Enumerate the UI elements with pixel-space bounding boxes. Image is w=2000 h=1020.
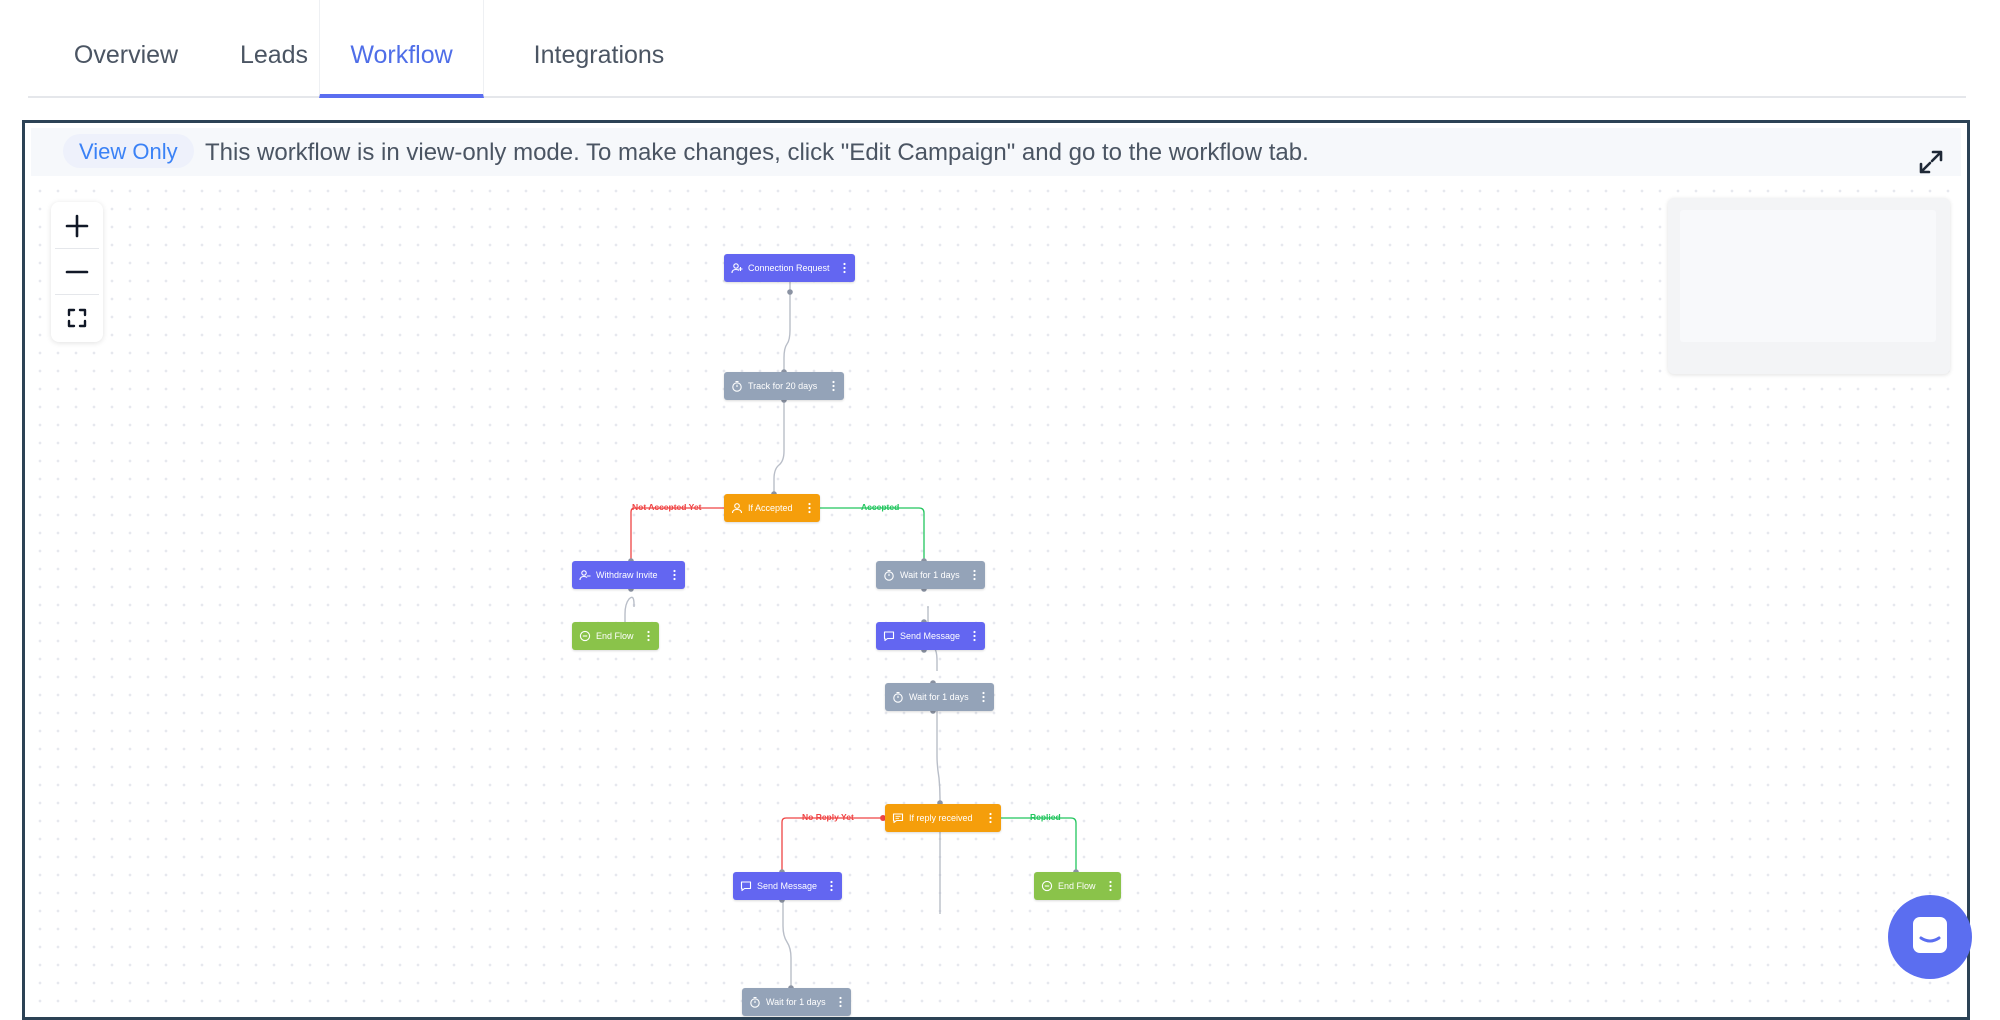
timer-icon [750,996,760,1008]
node-label: Wait for 1 days [900,570,960,580]
node-withdraw-invite[interactable]: Withdraw Invite [572,561,685,589]
edge-label-no-reply: No Reply Yet [802,812,854,822]
message-text-icon [892,813,904,824]
view-only-banner: View Only This workflow is in view-only … [31,128,1961,176]
minus-icon[interactable] [51,249,103,295]
more-vertical-icon[interactable] [808,501,811,515]
user-plus-icon [731,263,743,274]
more-vertical-icon[interactable] [843,261,846,275]
timer-icon [893,691,903,703]
edge-label-accepted: Accepted [861,502,900,512]
user-minus-icon [579,570,591,581]
edge-label-replied: Replied [1030,812,1061,822]
node-label: Send Message [900,631,961,641]
node-track[interactable]: Track for 20 days [724,372,844,400]
node-label: Track for 20 days [748,381,818,391]
node-label: End Flow [1058,881,1096,891]
node-wait-1[interactable]: Wait for 1 days [876,561,985,589]
stop-circle-icon [579,630,591,642]
timer-icon [732,380,742,392]
tab-overview[interactable]: Overview [58,0,194,96]
workflow-canvas[interactable]: View Only This workflow is in view-only … [31,128,1961,1017]
chat-icon [1913,917,1947,953]
node-wait-3[interactable]: Wait for 1 days [742,988,851,1016]
plus-icon[interactable] [51,203,103,249]
tab-workflow[interactable]: Workflow [319,0,484,98]
node-label: If Accepted [748,503,793,513]
node-connection-request[interactable]: Connection Request [724,254,855,282]
tab-bar: Overview Leads Workflow Integrations [28,0,1966,98]
node-label: Wait for 1 days [766,997,826,1007]
more-vertical-icon[interactable] [1109,879,1112,893]
more-vertical-icon[interactable] [647,629,650,643]
edge-label-not-accepted: Not Accepted Yet [632,502,702,512]
more-vertical-icon[interactable] [973,568,976,582]
node-label: Wait for 1 days [909,692,969,702]
zoom-controls [51,202,103,342]
node-label: Withdraw Invite [596,570,658,580]
more-vertical-icon[interactable] [989,811,992,825]
expand-icon[interactable] [1915,146,1947,178]
message-icon [883,631,895,642]
minimap[interactable] [1668,198,1950,374]
node-wait-2[interactable]: Wait for 1 days [885,683,994,711]
view-only-badge: View Only [63,134,194,168]
fit-view-icon[interactable] [51,295,103,341]
more-vertical-icon[interactable] [839,995,842,1009]
node-send-message-1[interactable]: Send Message [876,622,985,650]
workflow-frame: View Only This workflow is in view-only … [22,120,1970,1020]
chat-launcher-button[interactable] [1888,895,1972,979]
stop-circle-icon [1041,880,1053,892]
node-if-accepted[interactable]: If Accepted [724,494,820,522]
node-label: Send Message [757,881,818,891]
minimap-viewport [1680,210,1936,342]
message-icon [740,881,752,892]
node-if-reply-received[interactable]: If reply received [885,804,1001,832]
user-icon [731,503,743,514]
tab-integrations[interactable]: Integrations [504,0,694,96]
more-vertical-icon[interactable] [982,690,985,704]
node-end-flow-1[interactable]: End Flow [572,622,659,650]
node-label: If reply received [909,813,973,823]
more-vertical-icon[interactable] [673,568,676,582]
node-label: End Flow [596,631,634,641]
banner-message: This workflow is in view-only mode. To m… [205,139,1309,166]
timer-icon [884,569,894,581]
more-vertical-icon[interactable] [830,879,833,893]
node-end-flow-2[interactable]: End Flow [1034,872,1121,900]
more-vertical-icon[interactable] [973,629,976,643]
node-label: Connection Request [748,263,830,273]
more-vertical-icon[interactable] [832,379,835,393]
node-send-message-2[interactable]: Send Message [733,872,842,900]
tab-leads[interactable]: Leads [218,0,330,96]
